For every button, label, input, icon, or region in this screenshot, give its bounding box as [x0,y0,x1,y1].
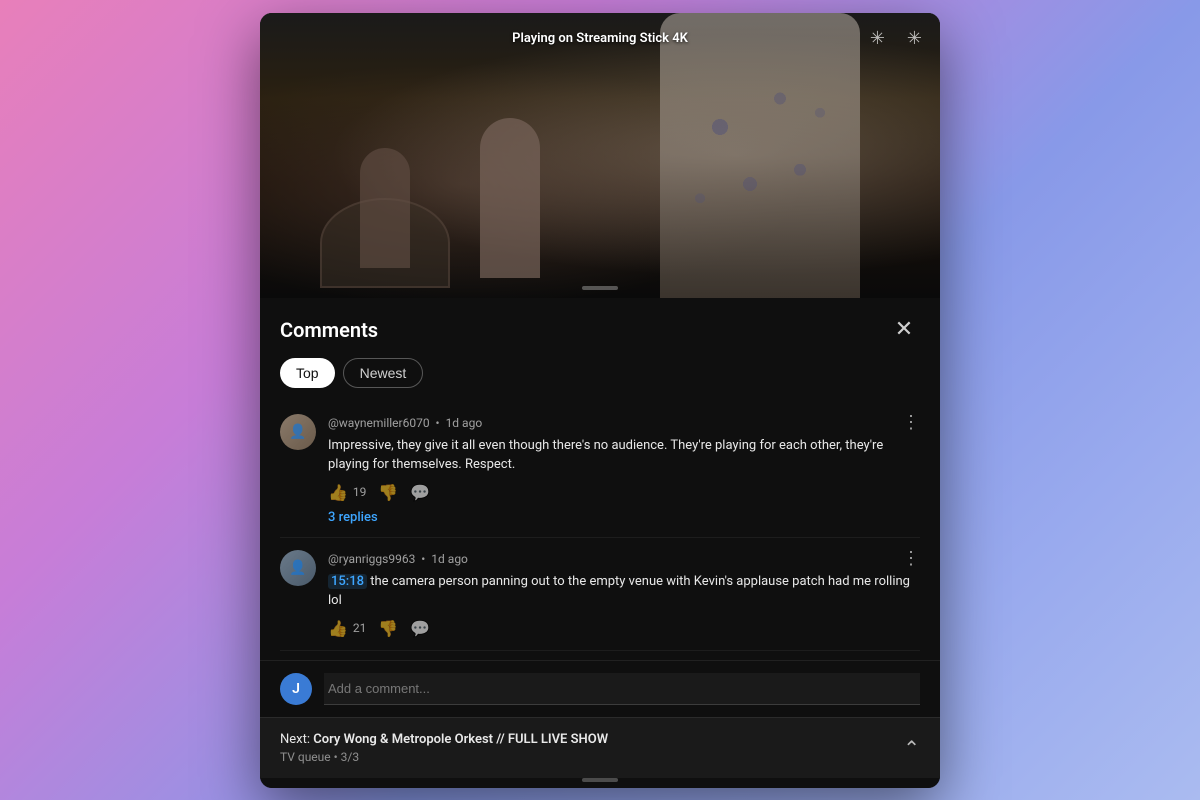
thumbs-down-icon: 👎 [378,483,398,502]
comments-header: Comments ✕ [260,298,940,358]
close-button[interactable]: ✕ [888,314,920,346]
comment-actions: 👍 21 👎 💬 [328,619,920,638]
avatar-image: 👤 [280,550,316,586]
reply-icon: 💬 [410,619,430,638]
comment-body: @ryanriggs9963 • 1d ago ⋮ 15:18 the came… [328,550,920,638]
comments-list: 👤 @waynemiller6070 • 1d ago ⋮ Impressive… [260,402,940,660]
avatar: 👤 [280,414,316,450]
comment-body: @waynemiller6070 • 1d ago ⋮ Impressive, … [328,414,920,525]
reply-icon: 💬 [410,483,430,502]
thumbs-up-icon: 👍 [328,483,348,502]
bottom-handle [582,778,618,782]
stage-figure-right [660,13,860,298]
next-queue-info: TV queue • 3/3 [280,750,608,764]
comment-text: 15:18 the camera person panning out to t… [328,572,920,611]
replies-button[interactable]: 3 replies [328,510,920,525]
video-background [260,13,940,298]
dislike-button[interactable]: 👎 [378,483,398,502]
sort-tabs: Top Newest [260,358,940,402]
dislike-button[interactable]: 👎 [378,619,398,638]
cast-icon-left[interactable]: ✳ [870,28,885,49]
thumbs-down-icon: 👎 [378,619,398,638]
comment-actions: 👍 19 👎 💬 [328,483,920,502]
comment-meta: @ryanriggs9963 • 1d ago ⋮ [328,550,920,568]
player-container: Playing on Streaming Stick 4K ✳ ✳ Commen… [260,13,940,788]
like-button[interactable]: 👍 19 [328,483,366,502]
like-button[interactable]: 👍 21 [328,619,366,638]
comment-author: @ryanriggs9963 • 1d ago [328,552,468,566]
comments-title: Comments [280,318,378,342]
sort-tab-top[interactable]: Top [280,358,335,388]
thumbs-up-icon: 👍 [328,619,348,638]
comment-author: @waynemiller6070 • 1d ago [328,416,482,430]
sort-tab-newest[interactable]: Newest [343,358,424,388]
drag-handle[interactable] [582,286,618,290]
next-video-bar[interactable]: Next: Cory Wong & Metropole Orkest // FU… [260,717,940,778]
stage-figure-center [480,118,540,278]
timestamp-link[interactable]: 15:18 [328,574,367,589]
comment-more-button[interactable]: ⋮ [902,550,920,568]
playing-on-label: Playing on Streaming Stick 4K [512,31,688,46]
next-label: Next: Cory Wong & Metropole Orkest // FU… [280,732,608,747]
comment-item: 👤 @waynemiller6070 • 1d ago ⋮ Impressive… [280,402,920,538]
stage-figure-left [360,148,410,268]
comment-input[interactable] [324,673,920,705]
video-area[interactable]: Playing on Streaming Stick 4K ✳ ✳ [260,13,940,298]
next-video-info: Next: Cory Wong & Metropole Orkest // FU… [280,732,608,764]
comment-text: Impressive, they give it all even though… [328,436,920,475]
comment-meta: @waynemiller6070 • 1d ago ⋮ [328,414,920,432]
avatar-image: 👤 [280,414,316,450]
reply-icon-button[interactable]: 💬 [410,483,430,502]
comments-section: Comments ✕ Top Newest 👤 @waynemiller6070… [260,298,940,788]
comment-more-button[interactable]: ⋮ [902,414,920,432]
avatar: 👤 [280,550,316,586]
chevron-up-icon[interactable]: ⌃ [903,736,920,760]
comment-item: 👤 @ryanriggs9963 • 1d ago ⋮ 15:18 the ca… [280,538,920,651]
reply-icon-button[interactable]: 💬 [410,619,430,638]
add-comment-bar: J [260,660,940,717]
cast-icon-right[interactable]: ✳ [907,28,922,49]
user-avatar: J [280,673,312,705]
